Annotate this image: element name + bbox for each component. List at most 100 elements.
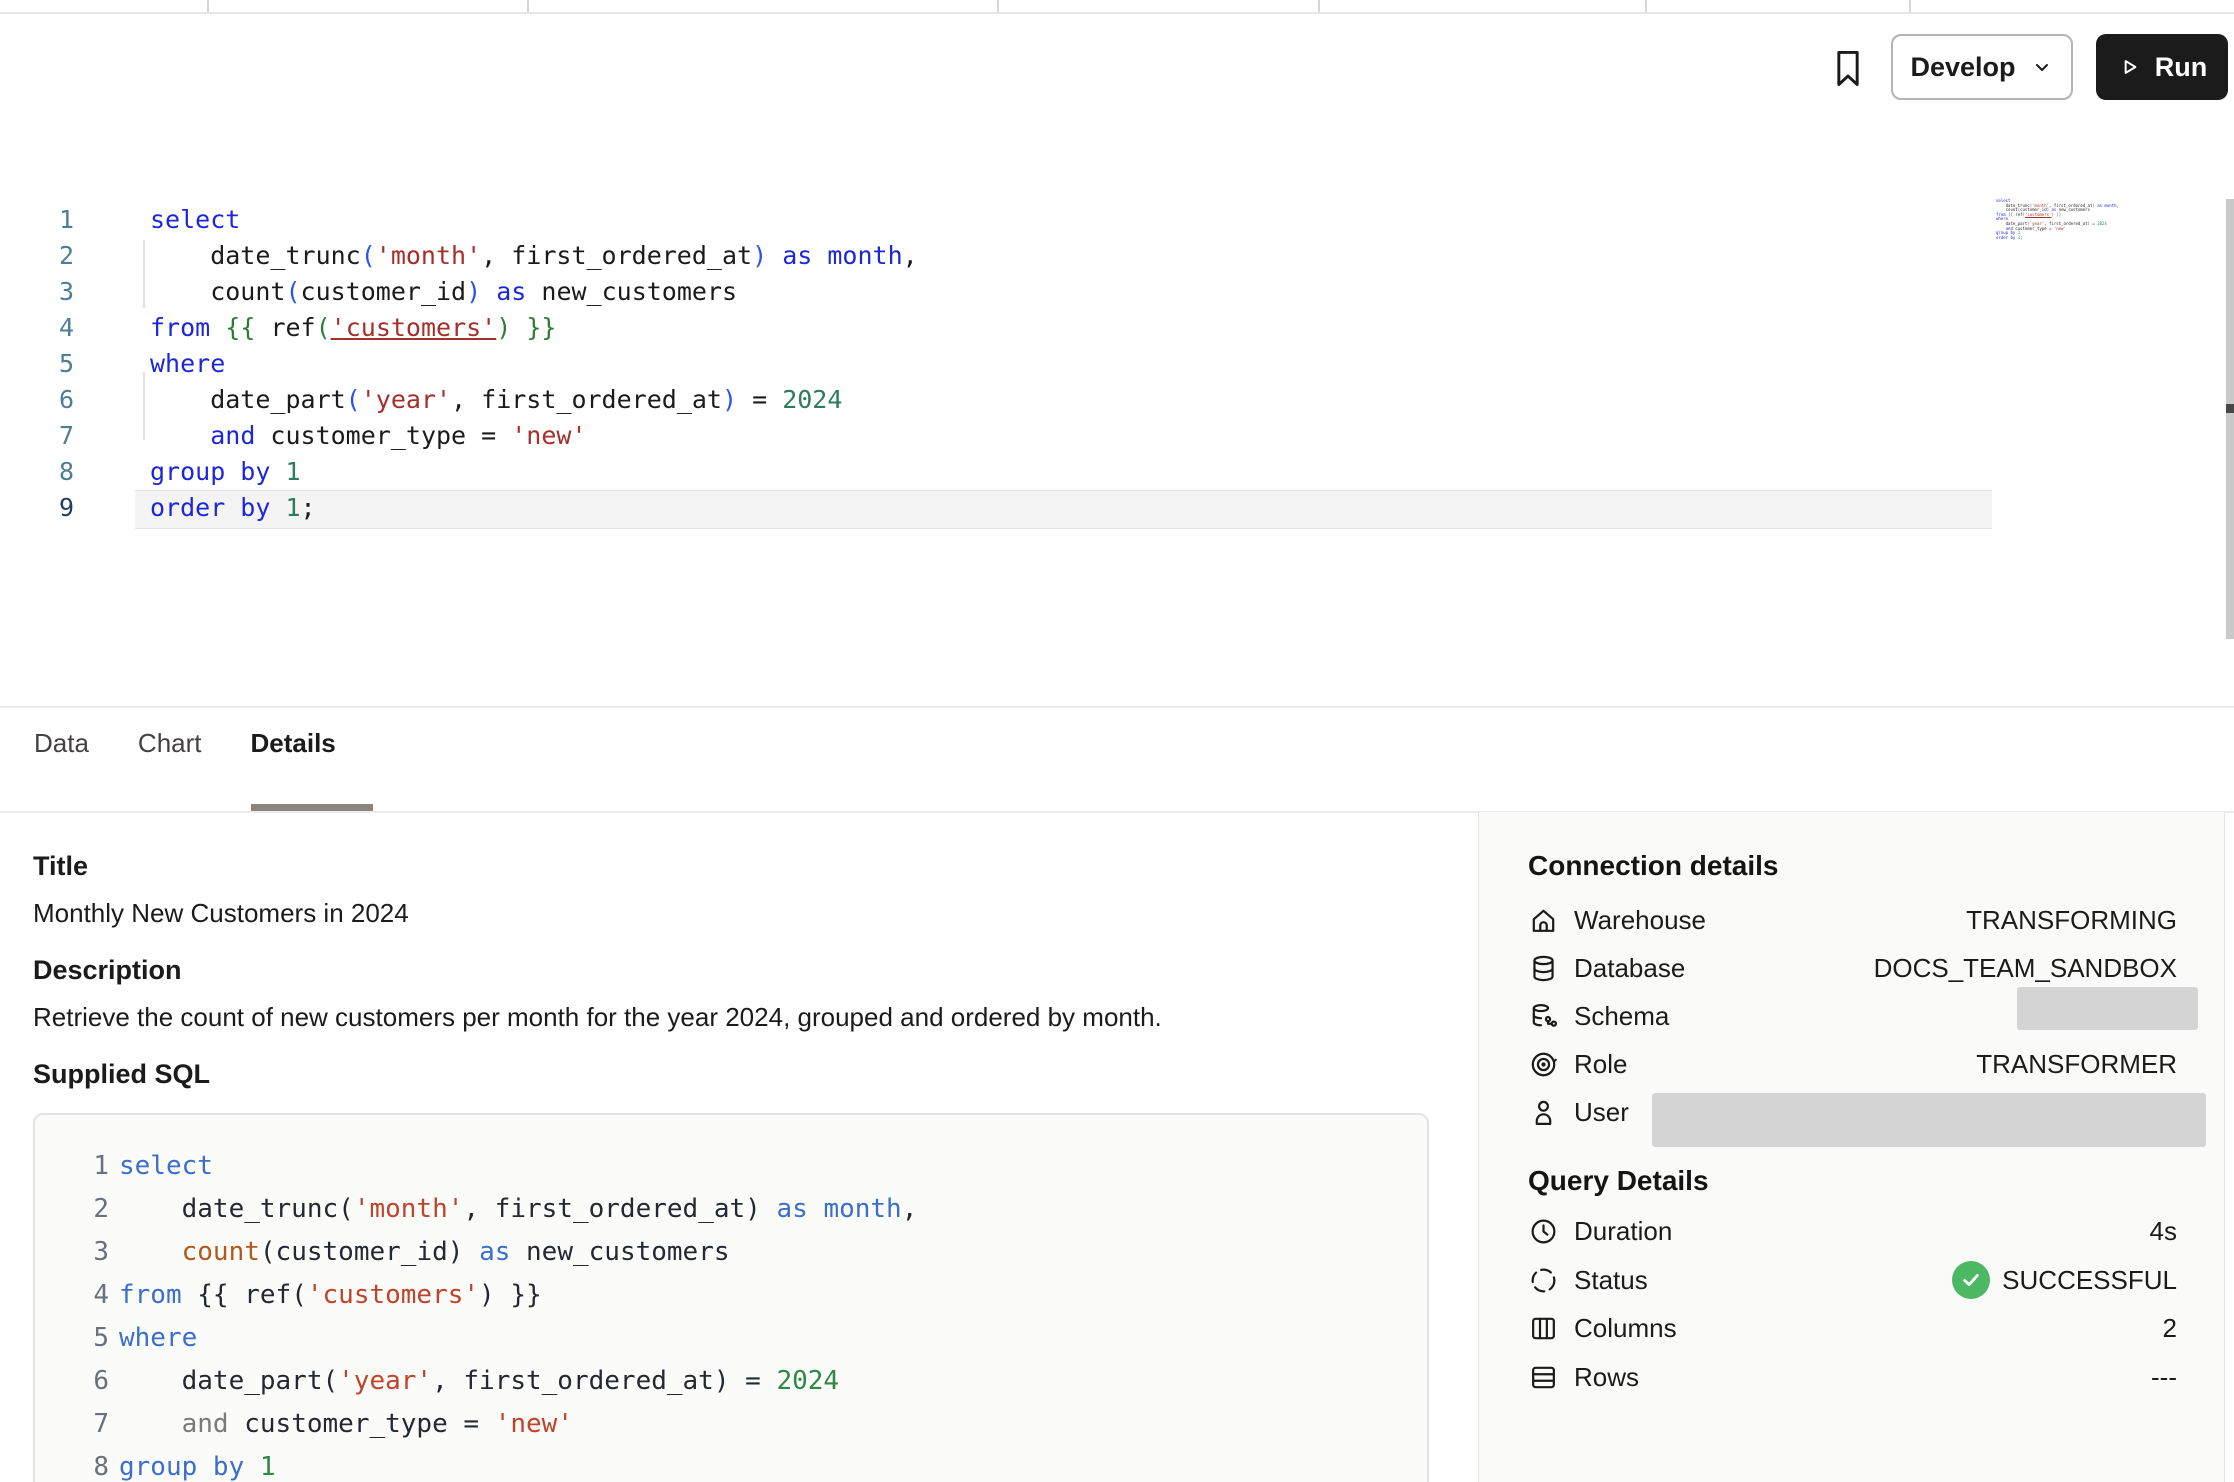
minimap-line: order by 1; bbox=[1996, 236, 2106, 241]
code-line: select bbox=[150, 202, 918, 238]
chevron-down-icon bbox=[2030, 55, 2054, 79]
details-right-panel: Connection details Query Details Warehou… bbox=[1478, 812, 2225, 1482]
user-label: User bbox=[1574, 1097, 1629, 1128]
code-line: and customer_type = 'new' bbox=[150, 418, 918, 454]
schema-row: Schema bbox=[1528, 992, 1669, 1040]
line-number: 7 bbox=[34, 418, 74, 454]
rows-value: --- bbox=[2151, 1353, 2177, 1401]
app-window: Develop Run Query completed in 4s E bbox=[0, 0, 2234, 1482]
code-line: order by 1; bbox=[150, 490, 918, 526]
user-redacted-value bbox=[1652, 1093, 2206, 1147]
duration-label: Duration bbox=[1574, 1216, 1672, 1247]
description-value: Retrieve the count of new customers per … bbox=[33, 1002, 1162, 1033]
code-line: date_trunc('month', first_ordered_at) as… bbox=[119, 1188, 917, 1231]
schema-redacted-value bbox=[2017, 987, 2198, 1030]
editor-scrollbar[interactable] bbox=[2226, 199, 2234, 639]
code-line: select bbox=[119, 1145, 917, 1188]
line-number: 3 bbox=[55, 1231, 109, 1274]
user-icon bbox=[1528, 1097, 1559, 1128]
status-circle-icon bbox=[1528, 1265, 1559, 1296]
code-line: count(customer_id) as new_customers bbox=[150, 274, 918, 310]
rows-label: Rows bbox=[1574, 1362, 1639, 1393]
tab-details[interactable]: Details bbox=[251, 728, 336, 759]
status-row: Status bbox=[1528, 1256, 1648, 1304]
schema-icon bbox=[1528, 1001, 1559, 1032]
database-icon bbox=[1528, 953, 1559, 984]
role-value: TRANSFORMER bbox=[1976, 1040, 2177, 1088]
code-line: count(customer_id) as new_customers bbox=[119, 1231, 917, 1274]
tab-chart[interactable]: Chart bbox=[138, 728, 202, 759]
title-heading: Title bbox=[33, 851, 88, 882]
columns-row: Columns bbox=[1528, 1304, 1677, 1352]
editor-minimap[interactable]: select date_trunc('month', first_ordered… bbox=[1996, 199, 2106, 240]
develop-button-label: Develop bbox=[1910, 52, 2015, 83]
line-number: 4 bbox=[34, 310, 74, 346]
code-line: group by 1 bbox=[150, 454, 918, 490]
line-number: 1 bbox=[55, 1145, 109, 1188]
editor-code: select date_trunc('month', first_ordered… bbox=[150, 202, 918, 526]
toolbar: Develop Run bbox=[0, 14, 2234, 105]
line-number: 6 bbox=[55, 1360, 109, 1403]
line-number: 5 bbox=[34, 346, 74, 382]
develop-button[interactable]: Develop bbox=[1891, 34, 2073, 100]
supplied-sql-code: select date_trunc('month', first_ordered… bbox=[119, 1145, 917, 1482]
rows-row: Rows bbox=[1528, 1353, 1639, 1401]
role-row: Role bbox=[1528, 1040, 1627, 1088]
success-check-icon bbox=[1952, 1261, 1990, 1299]
duration-row: Duration bbox=[1528, 1207, 1672, 1255]
tab-separator bbox=[527, 0, 529, 12]
line-number: 6 bbox=[34, 382, 74, 418]
columns-value: 2 bbox=[2163, 1304, 2177, 1352]
run-button-label: Run bbox=[2155, 52, 2207, 83]
warehouse-value: TRANSFORMING bbox=[1966, 896, 2177, 944]
tab-separator bbox=[1318, 0, 1320, 12]
tab-separator bbox=[1645, 0, 1647, 12]
connection-details-heading: Connection details bbox=[1528, 850, 1778, 882]
code-line: and customer_type = 'new' bbox=[119, 1403, 917, 1446]
status-label: Status bbox=[1574, 1265, 1648, 1296]
line-number: 8 bbox=[55, 1446, 109, 1482]
status-value: SUCCESSFUL bbox=[1952, 1256, 2177, 1304]
duration-value: 4s bbox=[2150, 1207, 2177, 1255]
editor-line-numbers: 123456789 bbox=[34, 202, 74, 526]
browser-tab-strip bbox=[0, 0, 2234, 14]
divider bbox=[0, 706, 2234, 708]
code-line: date_trunc('month', first_ordered_at) as… bbox=[150, 238, 918, 274]
tab-separator bbox=[1909, 0, 1911, 12]
role-label: Role bbox=[1574, 1049, 1627, 1080]
line-number: 2 bbox=[34, 238, 74, 274]
tab-data[interactable]: Data bbox=[34, 728, 89, 759]
code-line: date_part('year', first_ordered_at) = 20… bbox=[150, 382, 918, 418]
supplied-sql-heading: Supplied SQL bbox=[33, 1059, 210, 1090]
tab-separator bbox=[997, 0, 999, 12]
user-row: User bbox=[1528, 1088, 1629, 1136]
play-icon bbox=[2117, 54, 2143, 80]
supplied-sql-box: 12345678 select date_trunc('month', firs… bbox=[33, 1113, 1429, 1482]
line-number: 9 bbox=[34, 490, 74, 526]
supplied-sql-line-numbers: 12345678 bbox=[55, 1145, 109, 1482]
clock-icon bbox=[1528, 1216, 1559, 1247]
database-value: DOCS_TEAM_SANDBOX bbox=[1874, 944, 2177, 992]
target-icon bbox=[1528, 1049, 1559, 1080]
schema-label: Schema bbox=[1574, 1001, 1669, 1032]
line-number: 3 bbox=[34, 274, 74, 310]
database-row: Database bbox=[1528, 944, 1685, 992]
bookmark-button[interactable] bbox=[1826, 46, 1870, 90]
database-label: Database bbox=[1574, 953, 1685, 984]
house-icon bbox=[1528, 905, 1559, 936]
line-number: 5 bbox=[55, 1317, 109, 1360]
run-button[interactable]: Run bbox=[2096, 34, 2228, 100]
line-number: 7 bbox=[55, 1403, 109, 1446]
indent-guide bbox=[143, 240, 145, 308]
line-number: 4 bbox=[55, 1274, 109, 1317]
result-tabs: Data Chart Details bbox=[34, 728, 336, 759]
columns-icon bbox=[1528, 1313, 1559, 1344]
editor-scrollbar-marker bbox=[2226, 404, 2234, 413]
code-line: date_part('year', first_ordered_at) = 20… bbox=[119, 1360, 917, 1403]
indent-guide bbox=[143, 372, 145, 440]
tab-separator bbox=[207, 0, 209, 12]
sql-editor[interactable]: 123456789 select date_trunc('month', fir… bbox=[0, 103, 2234, 706]
warehouse-row: Warehouse bbox=[1528, 896, 1706, 944]
warehouse-label: Warehouse bbox=[1574, 905, 1706, 936]
code-line: where bbox=[150, 346, 918, 382]
